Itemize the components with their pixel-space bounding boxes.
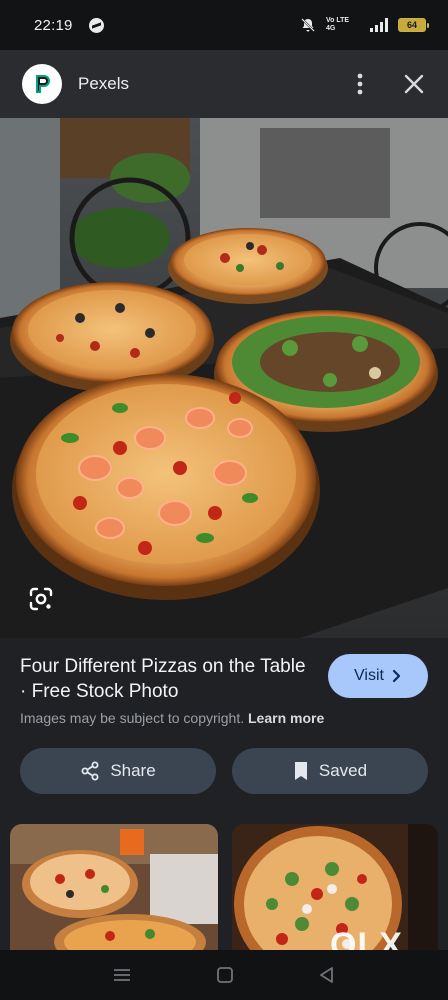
site-name[interactable]: Pexels	[78, 74, 129, 94]
status-indicators: Vo LTE 4G 64	[300, 17, 429, 33]
mute-icon	[301, 18, 315, 32]
related-pizza-photo-1	[10, 824, 218, 950]
visit-button[interactable]: Visit	[328, 654, 428, 698]
share-icon	[81, 761, 99, 781]
copyright-notice: Images may be subject to copyright. Lear…	[20, 710, 324, 726]
back-triangle-icon[interactable]	[318, 966, 336, 984]
status-time: 22:19	[34, 16, 73, 34]
share-label: Share	[110, 761, 156, 780]
header-actions	[350, 72, 426, 96]
google-lens-icon[interactable]	[28, 586, 54, 612]
messenger-notification-icon	[88, 17, 104, 33]
more-vert-icon[interactable]	[350, 72, 370, 96]
saved-button[interactable]: Saved	[232, 748, 428, 794]
chevron-right-icon	[392, 669, 401, 683]
result-details-panel: Four Different Pizzas on the Table · Fre…	[0, 638, 448, 950]
battery-icon: 64	[398, 18, 429, 32]
battery-level: 64	[406, 20, 417, 30]
recents-menu-icon[interactable]	[112, 967, 132, 983]
pexels-p-icon	[27, 69, 57, 99]
source-header: Pexels	[0, 50, 448, 118]
visit-label: Visit	[354, 667, 384, 684]
related-image-1[interactable]	[10, 824, 218, 950]
result-title[interactable]: Four Different Pizzas on the Table · Fre…	[20, 654, 310, 704]
signal-icon	[370, 18, 388, 32]
network-type: Vo LTE 4G	[326, 17, 350, 32]
share-button[interactable]: Share	[20, 748, 216, 794]
pizza-photo	[0, 118, 448, 638]
system-navigation-bar	[0, 950, 448, 1000]
home-square-icon[interactable]	[216, 966, 234, 984]
learn-more-link[interactable]: Learn more	[248, 710, 324, 726]
result-image[interactable]	[0, 118, 448, 638]
saved-label: Saved	[318, 761, 368, 780]
bookmark-filled-icon	[294, 762, 307, 780]
pexels-logo-icon[interactable]	[22, 64, 62, 104]
close-icon[interactable]	[402, 72, 426, 96]
copyright-text: Images may be subject to copyright.	[20, 710, 245, 726]
status-bar: 22:19 Vo LTE 4G 64	[0, 0, 448, 50]
